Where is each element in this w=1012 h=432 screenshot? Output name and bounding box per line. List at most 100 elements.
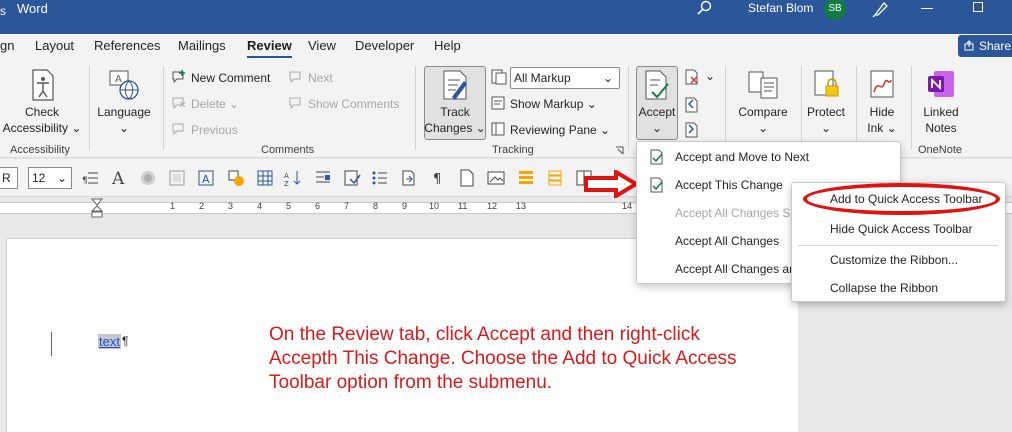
app-title: Word [17,1,48,16]
menu-item-label: Collapse the Ribbon [830,281,939,295]
svg-text:A: A [111,169,125,187]
document-text[interactable]: text [98,334,121,349]
show-comments-button[interactable]: Show Comments [289,96,399,111]
insert-field-icon[interactable] [400,169,418,187]
ruler-number: 8 [373,201,379,211]
chevron-down-icon[interactable]: ⌄ [705,69,715,83]
group-label-tracking: Tracking [492,144,534,156]
user-name[interactable]: Stefan Blom [748,1,813,15]
svg-text:Z: Z [284,180,289,187]
display-for-review-icon [491,69,507,85]
align-orange-icon[interactable] [517,169,535,187]
group-label-onenote: OneNote [918,144,963,156]
sort-icon[interactable]: AZ [284,169,302,187]
share-button[interactable]: Share [958,35,1012,57]
bullets-icon[interactable] [371,169,389,187]
mail-merge-icon[interactable] [343,169,361,187]
font-name-select[interactable]: R [0,167,18,189]
picture-icon[interactable] [487,169,505,187]
chevron-down-icon: ⌄ [820,121,832,135]
previous-comment-button[interactable]: Previous [172,122,238,137]
reject-icon[interactable] [684,69,700,85]
stack-icon[interactable] [546,169,564,187]
menu-item-label: Accept All Changes [675,234,780,248]
record-icon[interactable] [139,169,157,187]
context-item-customize-ribbon[interactable]: Customize the Ribbon... [792,248,1007,272]
text-box-icon[interactable]: A [197,169,215,187]
compare-button[interactable]: Compare ⌄ [732,68,794,136]
minimize-button[interactable] [921,8,933,9]
menu-item-label: Accept This Change [675,178,783,192]
pen-icon[interactable] [872,0,890,18]
tab-review[interactable]: Review [247,38,292,58]
next-comment-icon [289,71,301,84]
linked-notes-line1: Linked [923,105,959,119]
chevron-down-icon: ⌄ [651,121,663,135]
check-accessibility-button[interactable]: Check Accessibility ⌄ [2,68,82,136]
ruler-number: 10 [429,201,440,211]
font-color-icon[interactable]: A [110,169,128,187]
avatar[interactable]: SB [824,0,846,20]
menu-item-label: Accept All Changes ar [675,262,794,276]
chevron-down-icon: ⌄ [583,97,597,111]
track-changes-icon [443,70,467,100]
chevron-down-icon: ⌄ [56,171,67,185]
menu-item-label: Accept All Changes Sh [675,206,798,220]
language-icon: A [109,70,139,100]
check-accessibility-line1: Check [24,105,59,119]
reviewing-pane-button[interactable]: Reviewing Pane ⌄ [491,122,610,137]
text-wrap-icon[interactable] [314,169,332,187]
hide-ink-button[interactable]: Hide Ink ⌄ [860,68,904,136]
tab-design[interactable]: gn [0,38,14,53]
chevron-down-icon: ⌄ [757,121,769,135]
next-comment-button[interactable]: Next [289,70,333,85]
tab-mailings[interactable]: Mailings [178,38,226,53]
language-button[interactable]: A Language ⌄ [94,68,154,136]
share-label: Share [979,39,1012,53]
previous-change-icon[interactable] [684,97,700,113]
tab-help[interactable]: Help [434,38,461,53]
markup-display-select[interactable]: All Markup ⌄ [510,67,620,89]
context-item-collapse-ribbon[interactable]: Collapse the Ribbon [792,276,1007,300]
table-icon[interactable] [256,169,274,187]
font-size-select[interactable]: 12 ⌄ [28,167,72,189]
hide-ink-line1: Hide [869,105,895,119]
menu-item-label: Hide Quick Access Toolbar [830,222,973,236]
dialog-launcher-icon[interactable] [615,146,624,155]
image-icon[interactable] [168,169,186,187]
ruler-number: 14 [622,201,633,211]
chevron-down-icon: ⌄ [67,121,82,135]
context-item-hide-qat[interactable]: Hide Quick Access Toolbar [792,217,1007,241]
new-comment-button[interactable]: New Comment [172,70,270,85]
delete-comment-button[interactable]: Delete ⌄ [172,96,239,111]
pilcrow-icon[interactable]: ¶ [430,169,448,187]
next-change-icon[interactable] [684,122,700,138]
protect-button[interactable]: Protect ⌄ [804,68,848,136]
font-size-value: 12 [32,171,46,185]
group-divider [89,66,90,150]
track-changes-content: Track Changes ⌄ [424,68,486,136]
show-markup-button[interactable]: Show Markup ⌄ [491,96,597,111]
search-icon[interactable] [696,0,712,16]
ruler-number: 7 [344,201,350,211]
tab-developer[interactable]: Developer [355,38,414,53]
accept-move-icon [650,149,663,165]
linked-notes-button[interactable]: Linked Notes [916,68,966,136]
chevron-down-icon: ⌄ [472,121,486,135]
tab-references[interactable]: References [94,38,160,53]
check-accessibility-line2: Accessibility [2,121,68,135]
hide-ink-line2: Ink [867,121,884,135]
maximize-button[interactable] [973,2,983,12]
track-changes-line2: Changes [424,121,473,135]
tab-view[interactable]: View [308,38,336,53]
tab-layout[interactable]: Layout [35,38,74,53]
delete-comment-label: Delete [191,97,226,111]
group-divider [415,66,416,150]
line-spacing-icon[interactable]: ¶ [82,169,100,187]
shapes-icon[interactable] [227,169,245,187]
ruler-number: 12 [487,201,498,211]
new-document-icon[interactable] [458,169,476,187]
indent-marker-icon[interactable] [90,198,104,218]
menu-item-accept-and-move[interactable]: Accept and Move to Next [637,143,900,171]
compare-icon [748,71,778,99]
